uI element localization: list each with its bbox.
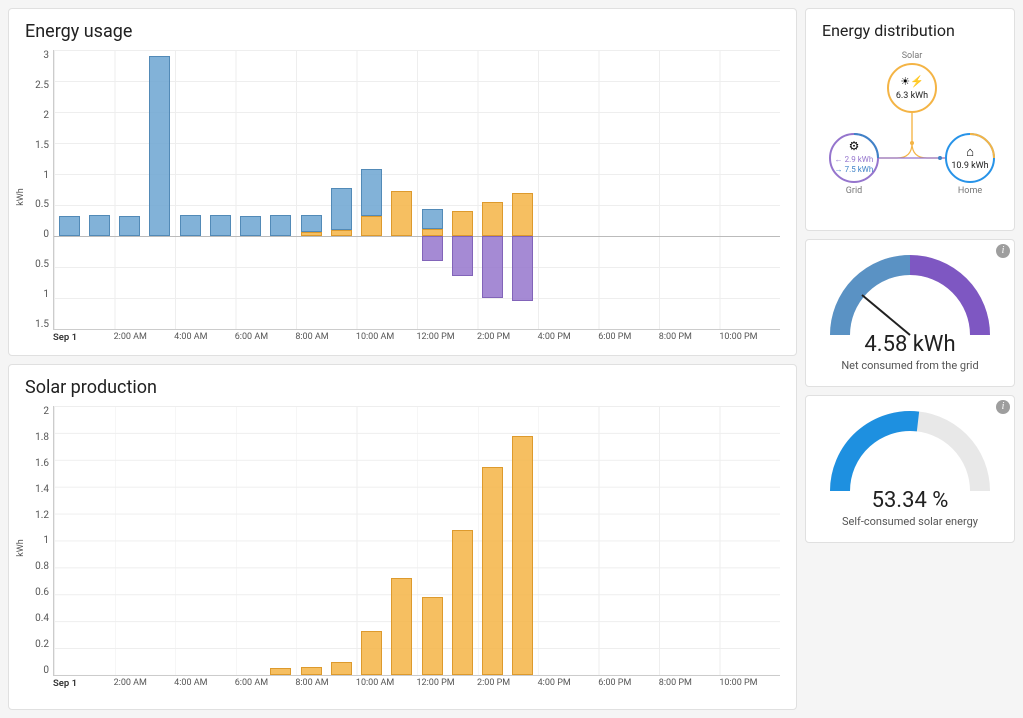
bar-solar-production[interactable] [482,467,503,675]
distribution-diagram: Solar ☀︎⚡ 6.3 kWh ⚙ ← 2.9 kWh → 7.5 kWh … [822,48,1002,218]
bar-grid-import[interactable] [422,209,443,229]
bar-solar-used[interactable] [391,191,412,236]
solar-production-chart: kWh 21.81.61.41.210.80.60.40.20 Sep 12:0… [25,406,780,689]
self-consumed-gauge [820,406,1000,496]
bar-solar-production[interactable] [452,530,473,675]
info-icon[interactable]: i [996,400,1010,414]
bar-grid-export[interactable] [422,236,443,261]
bar-solar-production[interactable] [301,667,322,675]
bar-solar-production[interactable] [331,662,352,675]
solar-panel-icon: ☀︎⚡ [900,75,924,88]
info-icon[interactable]: i [996,244,1010,258]
bar-grid-import[interactable] [270,215,291,236]
energy-distribution-title: Energy distribution [822,21,998,40]
y-ticks: 21.81.61.41.210.80.60.40.20 [25,406,53,676]
net-consumed-gauge [820,250,1000,340]
self-consumed-caption: Self-consumed solar energy [814,515,1006,528]
bar-grid-import[interactable] [301,215,322,232]
x-ticks: Sep 12:00 AM4:00 AM6:00 AM8:00 AM10:00 A… [53,332,780,343]
bar-solar-used[interactable] [331,230,352,236]
bar-solar-production[interactable] [361,631,382,675]
bar-grid-import[interactable] [361,169,382,216]
bar-grid-import[interactable] [149,56,170,236]
home-label: Home [958,186,982,196]
bar-grid-import[interactable] [119,216,140,236]
bar-grid-import[interactable] [240,216,261,236]
x-ticks: Sep 12:00 AM4:00 AM6:00 AM8:00 AM10:00 A… [53,678,780,689]
bar-solar-production[interactable] [512,436,533,675]
y-axis-label: kWh [16,539,26,557]
bar-grid-import[interactable] [180,215,201,236]
grid-label: Grid [846,186,862,196]
y-axis-label: kWh [16,188,26,206]
energy-usage-title: Energy usage [25,21,780,42]
home-value: 10.9 kWh [951,161,988,171]
solar-label: Solar [902,51,923,61]
home-icon: ⌂ [966,145,974,160]
bar-solar-production[interactable] [422,597,443,675]
net-consumed-caption: Net consumed from the grid [814,359,1006,372]
energy-usage-card: Energy usage kWh 32.521.510.500.511.5 Se… [8,8,797,356]
svg-text:→ 7.5 kWh: → 7.5 kWh [835,165,874,174]
energy-distribution-card: Energy distribution Solar ☀︎⚡ 6.3 kWh ⚙ … [805,8,1015,231]
pylon-icon: ⚙ [849,139,860,153]
bar-solar-used[interactable] [482,202,503,236]
bar-grid-import[interactable] [210,215,231,236]
solar-production-title: Solar production [25,377,780,398]
bar-solar-used[interactable] [301,232,322,236]
energy-usage-chart: kWh 32.521.510.500.511.5 Sep 12:00 AM4:0… [25,50,780,343]
plot-area[interactable] [53,50,780,330]
solar-node[interactable] [888,64,936,112]
bar-grid-import[interactable] [89,215,110,236]
bar-solar-used[interactable] [452,211,473,236]
gauge-needle [862,295,910,335]
bar-grid-import[interactable] [59,216,80,236]
plot-area[interactable] [53,406,780,676]
bar-solar-production[interactable] [270,668,291,675]
y-ticks: 32.521.510.500.511.5 [25,50,53,330]
bar-solar-used[interactable] [512,193,533,236]
bar-grid-export[interactable] [482,236,503,298]
bar-solar-production[interactable] [391,578,412,675]
bar-grid-export[interactable] [512,236,533,301]
svg-text:← 2.9 kWh: ← 2.9 kWh [835,155,874,164]
bar-solar-used[interactable] [361,216,382,236]
net-consumed-gauge-card: i 4.58 kWh Net consumed from the grid [805,239,1015,387]
bar-solar-used[interactable] [422,229,443,236]
bar-grid-import[interactable] [331,188,352,230]
self-consumed-gauge-card: i 53.34 % Self-consumed solar energy [805,395,1015,543]
solar-value: 6.3 kWh [896,91,928,101]
solar-production-card: Solar production kWh 21.81.61.41.210.80.… [8,364,797,710]
bar-grid-export[interactable] [452,236,473,276]
